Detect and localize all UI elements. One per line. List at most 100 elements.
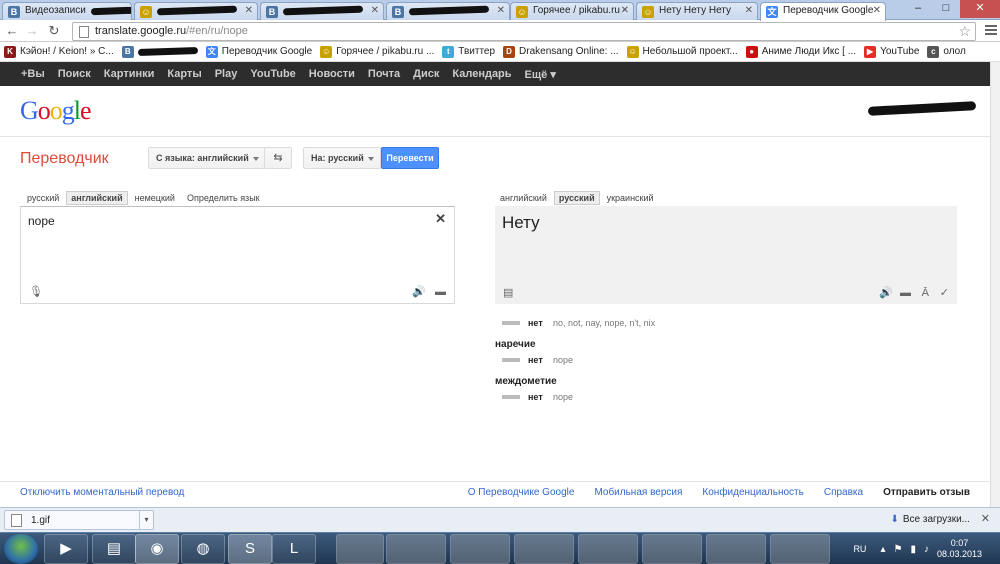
gbar-link[interactable]: Календарь [452,68,511,80]
gbar-link[interactable]: Новости [309,68,355,80]
chrome-menu-icon[interactable] [984,23,998,39]
language-chip[interactable]: английский [495,191,552,205]
gbar-link[interactable]: Диск [413,68,439,80]
show-hidden-icons-icon[interactable]: ▴ [880,544,885,555]
browser-tab[interactable]: ☺ Горячее / pikabu.ru - ✕ [510,2,634,20]
source-language-dropdown[interactable]: С языка: английский [148,147,266,169]
minimize-button[interactable]: – [904,0,932,18]
blurred-taskbar-item[interactable] [386,534,446,564]
bookmark-item[interactable]: D Drakensang Online: ... [503,45,619,58]
browser-tab[interactable]: ☺ ✕ [134,2,258,20]
input-language[interactable]: RU [853,544,866,554]
blurred-taskbar-item[interactable] [770,534,830,564]
chevron-down-icon[interactable]: ▾ [139,511,153,529]
download-item[interactable]: 1.gif ▾ [4,510,154,530]
source-text[interactable]: nope [28,214,55,228]
dictionary-synonyms[interactable]: no, not, nay, nope, n't, nix [553,318,655,328]
bookmark-star-icon[interactable]: ☆ [958,23,971,40]
feedback-link[interactable]: Отправить отзыв [883,487,970,498]
league-icon[interactable]: L [272,534,316,564]
dictionary-synonyms[interactable]: nope [553,392,573,402]
comment-icon[interactable]: ▬ [900,287,911,299]
page-scrollbar[interactable] [990,62,1000,507]
keyboard-icon[interactable]: ▬ [435,286,446,298]
close-window-button[interactable]: ✕ [960,0,1000,18]
language-chip[interactable]: русский [553,191,600,205]
bookmark-item[interactable]: ☺ Горячее / pikabu.ru ... [320,45,434,58]
clear-text-icon[interactable]: ✕ [435,211,446,227]
gbar-link[interactable]: +Вы [21,68,45,80]
target-language-dropdown[interactable]: На: русский [303,147,381,169]
microphone-icon[interactable]: 🎙 [29,285,43,298]
bookmark-item[interactable]: t Твиттер [442,45,495,58]
media-player-icon[interactable]: ▶ [44,534,88,564]
language-chip[interactable]: немецкий [130,191,180,205]
help-link[interactable]: Справка [824,487,863,498]
select-all-icon[interactable]: ▤ [503,286,513,299]
blurred-taskbar-item[interactable] [706,534,766,564]
dictionary-synonyms[interactable]: nope [553,355,573,365]
skype-icon[interactable]: S [228,534,272,564]
tab-close-icon[interactable]: ✕ [497,5,505,16]
bookmark-item[interactable]: c олол [927,45,966,58]
browser-tab[interactable]: ☺ Нету Нету Нету ✕ [636,2,758,20]
swap-languages-button[interactable]: ⇆ [264,147,292,169]
tab-close-icon[interactable]: ✕ [745,5,753,16]
dictionary-word[interactable]: нет [528,392,550,402]
gbar-link[interactable]: Картинки [104,68,155,80]
start-button[interactable] [4,534,38,564]
volume-icon[interactable]: ♪ [924,544,929,555]
close-icon[interactable]: ✕ [981,512,990,525]
all-downloads-link[interactable]: ⬇ Все загрузки... [890,514,970,525]
speaker-icon[interactable]: 🔊 [879,286,893,299]
dictionary-word[interactable]: нет [528,355,550,365]
language-chip[interactable]: Определить язык [182,191,265,205]
disable-instant-link[interactable]: Отключить моментальный перевод [20,487,184,498]
gbar-link[interactable]: Поиск [58,68,91,80]
language-chip[interactable]: русский [22,191,64,205]
flag-icon[interactable]: ⚑ [893,544,902,555]
maximize-button[interactable]: □ [932,0,960,18]
back-arrow-icon[interactable]: ← [4,23,20,39]
tab-close-icon[interactable]: ✕ [245,5,253,16]
explorer-icon[interactable]: ▤ [92,534,136,564]
gbar-link[interactable]: Карты [167,68,201,80]
romanization-icon[interactable]: Ā [922,287,929,299]
browser-tab-active[interactable]: 文 Переводчик Google ✕ [760,2,886,21]
address-bar[interactable]: translate.google.ru/#en/ru/nope ☆ [72,22,976,41]
dictionary-word[interactable]: нет [528,318,550,328]
firefox-icon[interactable]: ◍ [181,534,225,564]
speaker-icon[interactable]: 🔊 [412,285,426,298]
tab-close-icon[interactable]: ✕ [621,5,629,16]
browser-tab[interactable]: В ✕ [260,2,384,20]
blurred-taskbar-item[interactable] [450,534,510,564]
language-chip[interactable]: английский [66,191,128,205]
clock[interactable]: 0:07 08.03.2013 [937,538,982,560]
browser-tab[interactable]: В ✕ [386,2,510,20]
mobile-link[interactable]: Мобильная версия [594,487,682,498]
reload-icon[interactable]: ↻ [46,23,62,39]
bookmark-item[interactable]: ▶ YouTube [864,45,919,58]
google-logo[interactable]: Google [20,96,92,126]
source-text-area[interactable]: nope ✕ 🎙 🔊 ▬ [20,206,455,304]
gbar-link[interactable]: Почта [368,68,400,80]
bookmark-item[interactable]: ● Аниме Люди Икс [ ... [745,45,856,58]
forward-arrow-icon[interactable]: → [24,23,40,39]
blurred-taskbar-item[interactable] [642,534,702,564]
browser-tab[interactable]: В Видеозаписи [2,2,132,20]
privacy-link[interactable]: Конфиденциальность [702,487,803,498]
tab-close-icon[interactable]: ✕ [371,5,379,16]
bookmark-item[interactable]: В [121,45,198,58]
blurred-taskbar-item[interactable] [578,534,638,564]
bookmark-item[interactable]: 文 Переводчик Google [205,45,312,58]
gbar-link[interactable]: YouTube [250,68,295,80]
network-icon[interactable]: ▮ [910,544,916,555]
about-link[interactable]: О Переводчике Google [468,487,575,498]
translate-button[interactable]: Перевести [381,147,439,169]
bookmark-item[interactable]: K Кэйон! / Keion! » C... [4,45,114,58]
gbar-link[interactable]: Ещё ▾ [525,68,556,81]
gbar-link[interactable]: Play [215,68,238,80]
blurred-taskbar-item[interactable] [514,534,574,564]
language-chip[interactable]: украинский [602,191,659,205]
chrome-icon[interactable]: ◉ [135,534,179,564]
